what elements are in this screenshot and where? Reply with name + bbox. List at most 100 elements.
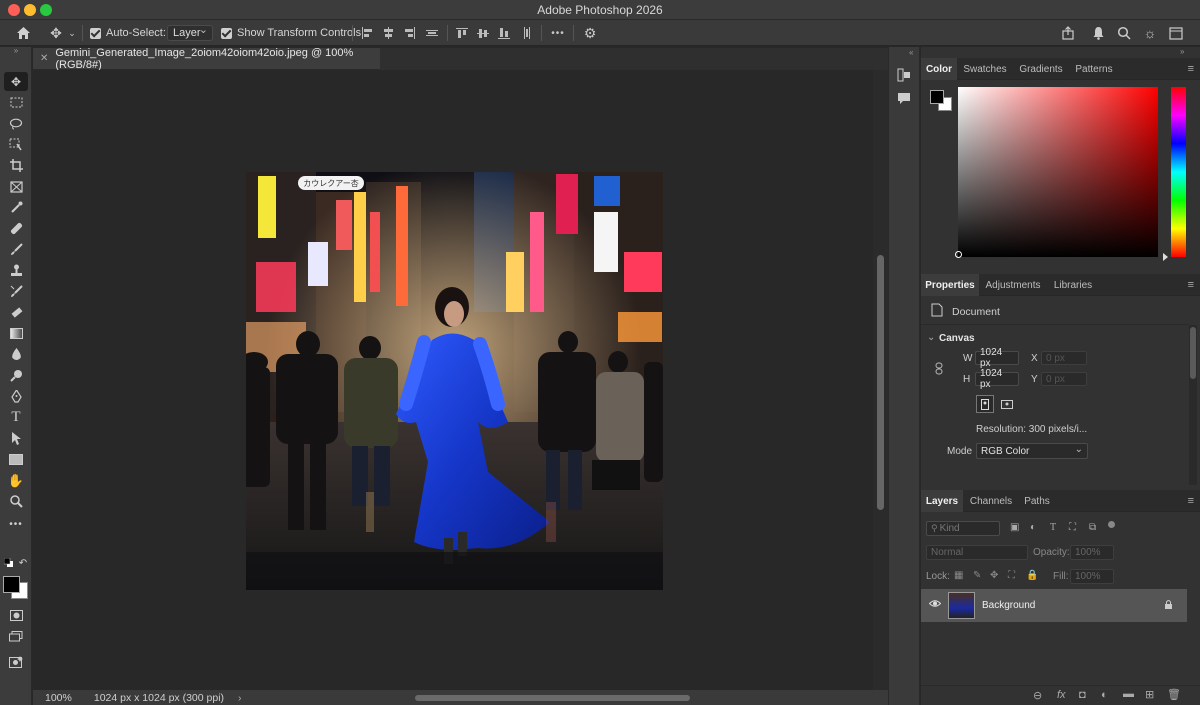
lock-transparent-icon[interactable]: ▦ bbox=[954, 570, 963, 581]
align-left-icon[interactable] bbox=[360, 20, 374, 46]
history-panel-icon[interactable] bbox=[897, 68, 911, 85]
clone-stamp-tool-icon[interactable] bbox=[4, 261, 28, 280]
dodge-tool-icon[interactable] bbox=[4, 366, 28, 385]
document-image[interactable]: カウレクアー杏 bbox=[246, 172, 663, 590]
tab-libraries[interactable]: Libraries bbox=[1047, 274, 1099, 296]
x-field[interactable]: 0 px bbox=[1041, 351, 1087, 365]
default-colors-icon[interactable] bbox=[4, 558, 13, 567]
frame-tool-icon[interactable] bbox=[4, 177, 28, 196]
bell-icon[interactable] bbox=[1089, 20, 1107, 46]
adjustment-layer-icon[interactable]: ◐ bbox=[1101, 689, 1108, 701]
auto-select-checkbox[interactable] bbox=[90, 20, 101, 46]
filter-toggle[interactable] bbox=[1108, 521, 1115, 528]
color-picker-handle[interactable] bbox=[955, 251, 962, 258]
landscape-orientation-button[interactable] bbox=[998, 395, 1016, 413]
mode-dropdown[interactable]: RGB Color ⌄ bbox=[976, 443, 1088, 459]
object-selection-tool-icon[interactable] bbox=[4, 135, 28, 154]
type-tool-icon[interactable]: T bbox=[4, 408, 28, 427]
panel-menu-icon[interactable]: ≡ bbox=[1188, 495, 1194, 507]
quick-mask-icon[interactable] bbox=[4, 606, 28, 625]
tab-adjustments[interactable]: Adjustments bbox=[981, 274, 1045, 296]
swap-colors-icon[interactable]: ↶ bbox=[18, 558, 28, 569]
marquee-tool-icon[interactable] bbox=[4, 93, 28, 112]
eyedropper-tool-icon[interactable] bbox=[4, 198, 28, 217]
fx-icon[interactable]: fx bbox=[1057, 689, 1066, 701]
chevron-down-icon[interactable]: ⌄ bbox=[927, 332, 935, 343]
width-field[interactable]: 1024 px bbox=[975, 347, 1019, 369]
smart-object-filter-icon[interactable]: ⧉ bbox=[1089, 522, 1096, 533]
add-mask-icon[interactable]: ◘ bbox=[1079, 689, 1086, 701]
y-field[interactable]: 0 px bbox=[1041, 372, 1087, 386]
distribute-vertical-icon[interactable] bbox=[520, 20, 534, 46]
tab-swatches[interactable]: Swatches bbox=[959, 58, 1011, 80]
kind-filter[interactable]: ⚲ Kind bbox=[926, 521, 1000, 536]
align-center-icon[interactable] bbox=[381, 20, 395, 46]
history-brush-tool-icon[interactable] bbox=[4, 282, 28, 301]
trash-icon[interactable]: 🗑 bbox=[1167, 688, 1181, 701]
color-field[interactable] bbox=[958, 87, 1158, 257]
hue-slider[interactable] bbox=[1171, 87, 1186, 257]
lock-position-icon[interactable]: ✥ bbox=[990, 570, 998, 581]
hand-tool-icon[interactable]: ✋ bbox=[4, 471, 28, 490]
layer-name[interactable]: Background bbox=[982, 600, 1035, 611]
vertical-scrollbar-thumb[interactable] bbox=[877, 255, 884, 510]
lock-artboard-icon[interactable]: ⛶ bbox=[1008, 570, 1015, 581]
new-layer-icon[interactable]: ⊞ bbox=[1145, 688, 1154, 701]
home-icon[interactable] bbox=[14, 20, 32, 46]
pen-tool-icon[interactable] bbox=[4, 387, 28, 406]
more-options-button[interactable]: ••• bbox=[549, 20, 567, 46]
close-icon[interactable]: ✕ bbox=[40, 53, 49, 64]
lasso-tool-icon[interactable] bbox=[4, 114, 28, 133]
rectangle-tool-icon[interactable] bbox=[4, 450, 28, 469]
adjustment-filter-icon[interactable]: ◐ bbox=[1030, 522, 1036, 533]
search-icon[interactable] bbox=[1115, 20, 1133, 46]
align-top-icon[interactable] bbox=[455, 20, 469, 46]
eraser-tool-icon[interactable] bbox=[4, 303, 28, 322]
foreground-color-swatch[interactable] bbox=[3, 576, 20, 593]
healing-brush-tool-icon[interactable] bbox=[4, 219, 28, 238]
path-selection-tool-icon[interactable] bbox=[4, 429, 28, 448]
eye-icon[interactable] bbox=[928, 599, 942, 611]
blend-mode-dropdown[interactable]: Normal bbox=[926, 545, 1028, 560]
tab-color[interactable]: Color bbox=[921, 58, 957, 80]
layer-row-background[interactable]: Background bbox=[921, 589, 1187, 622]
screen-mode-icon[interactable] bbox=[4, 627, 28, 646]
zoom-tool-icon[interactable] bbox=[4, 492, 28, 511]
collapse-chevrons-icon[interactable]: « bbox=[909, 48, 913, 57]
share-icon[interactable] bbox=[1059, 20, 1077, 46]
lock-icon[interactable] bbox=[1164, 599, 1173, 613]
document-tab[interactable]: ✕ Gemini_Generated_Image_2oiom42oiom42oi… bbox=[33, 47, 380, 71]
blur-tool-icon[interactable] bbox=[4, 345, 28, 364]
chevron-right-icon[interactable]: › bbox=[238, 692, 242, 704]
hue-slider-handle[interactable] bbox=[1163, 253, 1168, 261]
brush-tool-icon[interactable] bbox=[4, 240, 28, 259]
tab-paths[interactable]: Paths bbox=[1019, 490, 1055, 512]
comments-panel-icon[interactable] bbox=[897, 92, 911, 108]
group-folder-icon[interactable]: ▬ bbox=[1123, 688, 1134, 700]
move-tool-icon[interactable]: ✥ bbox=[48, 20, 64, 46]
link-icon[interactable] bbox=[935, 362, 944, 378]
opacity-field[interactable]: 100% bbox=[1070, 545, 1114, 560]
generative-icon[interactable] bbox=[4, 652, 28, 671]
workspace-icon[interactable] bbox=[1167, 20, 1185, 46]
auto-select-dropdown[interactable]: Layer bbox=[167, 23, 213, 41]
horizontal-scrollbar-thumb[interactable] bbox=[415, 695, 690, 701]
panel-menu-icon[interactable]: ≡ bbox=[1188, 63, 1194, 75]
crop-tool-icon[interactable] bbox=[4, 156, 28, 175]
tab-patterns[interactable]: Patterns bbox=[1071, 58, 1117, 80]
gear-icon[interactable]: ⚙ bbox=[581, 20, 599, 46]
lightbulb-icon[interactable]: ☼ bbox=[1141, 20, 1159, 46]
canvas-section-title[interactable]: Canvas bbox=[939, 333, 975, 344]
link-layers-icon[interactable]: ⊖ bbox=[1033, 689, 1042, 702]
shape-filter-icon[interactable]: ⛶ bbox=[1069, 522, 1076, 533]
color-foreground-swatch[interactable] bbox=[930, 90, 944, 104]
collapse-chevrons-icon[interactable]: » bbox=[4, 45, 28, 55]
move-tool-icon[interactable]: ✥ bbox=[4, 72, 28, 91]
tab-layers[interactable]: Layers bbox=[921, 490, 963, 512]
tab-properties[interactable]: Properties bbox=[921, 274, 979, 296]
type-filter-icon[interactable]: T bbox=[1050, 522, 1056, 533]
pixel-filter-icon[interactable]: ▣ bbox=[1010, 522, 1019, 533]
align-middle-icon[interactable] bbox=[476, 20, 490, 46]
lock-pixels-icon[interactable]: ✎ bbox=[973, 570, 981, 581]
properties-scrollbar-thumb[interactable] bbox=[1190, 327, 1196, 379]
